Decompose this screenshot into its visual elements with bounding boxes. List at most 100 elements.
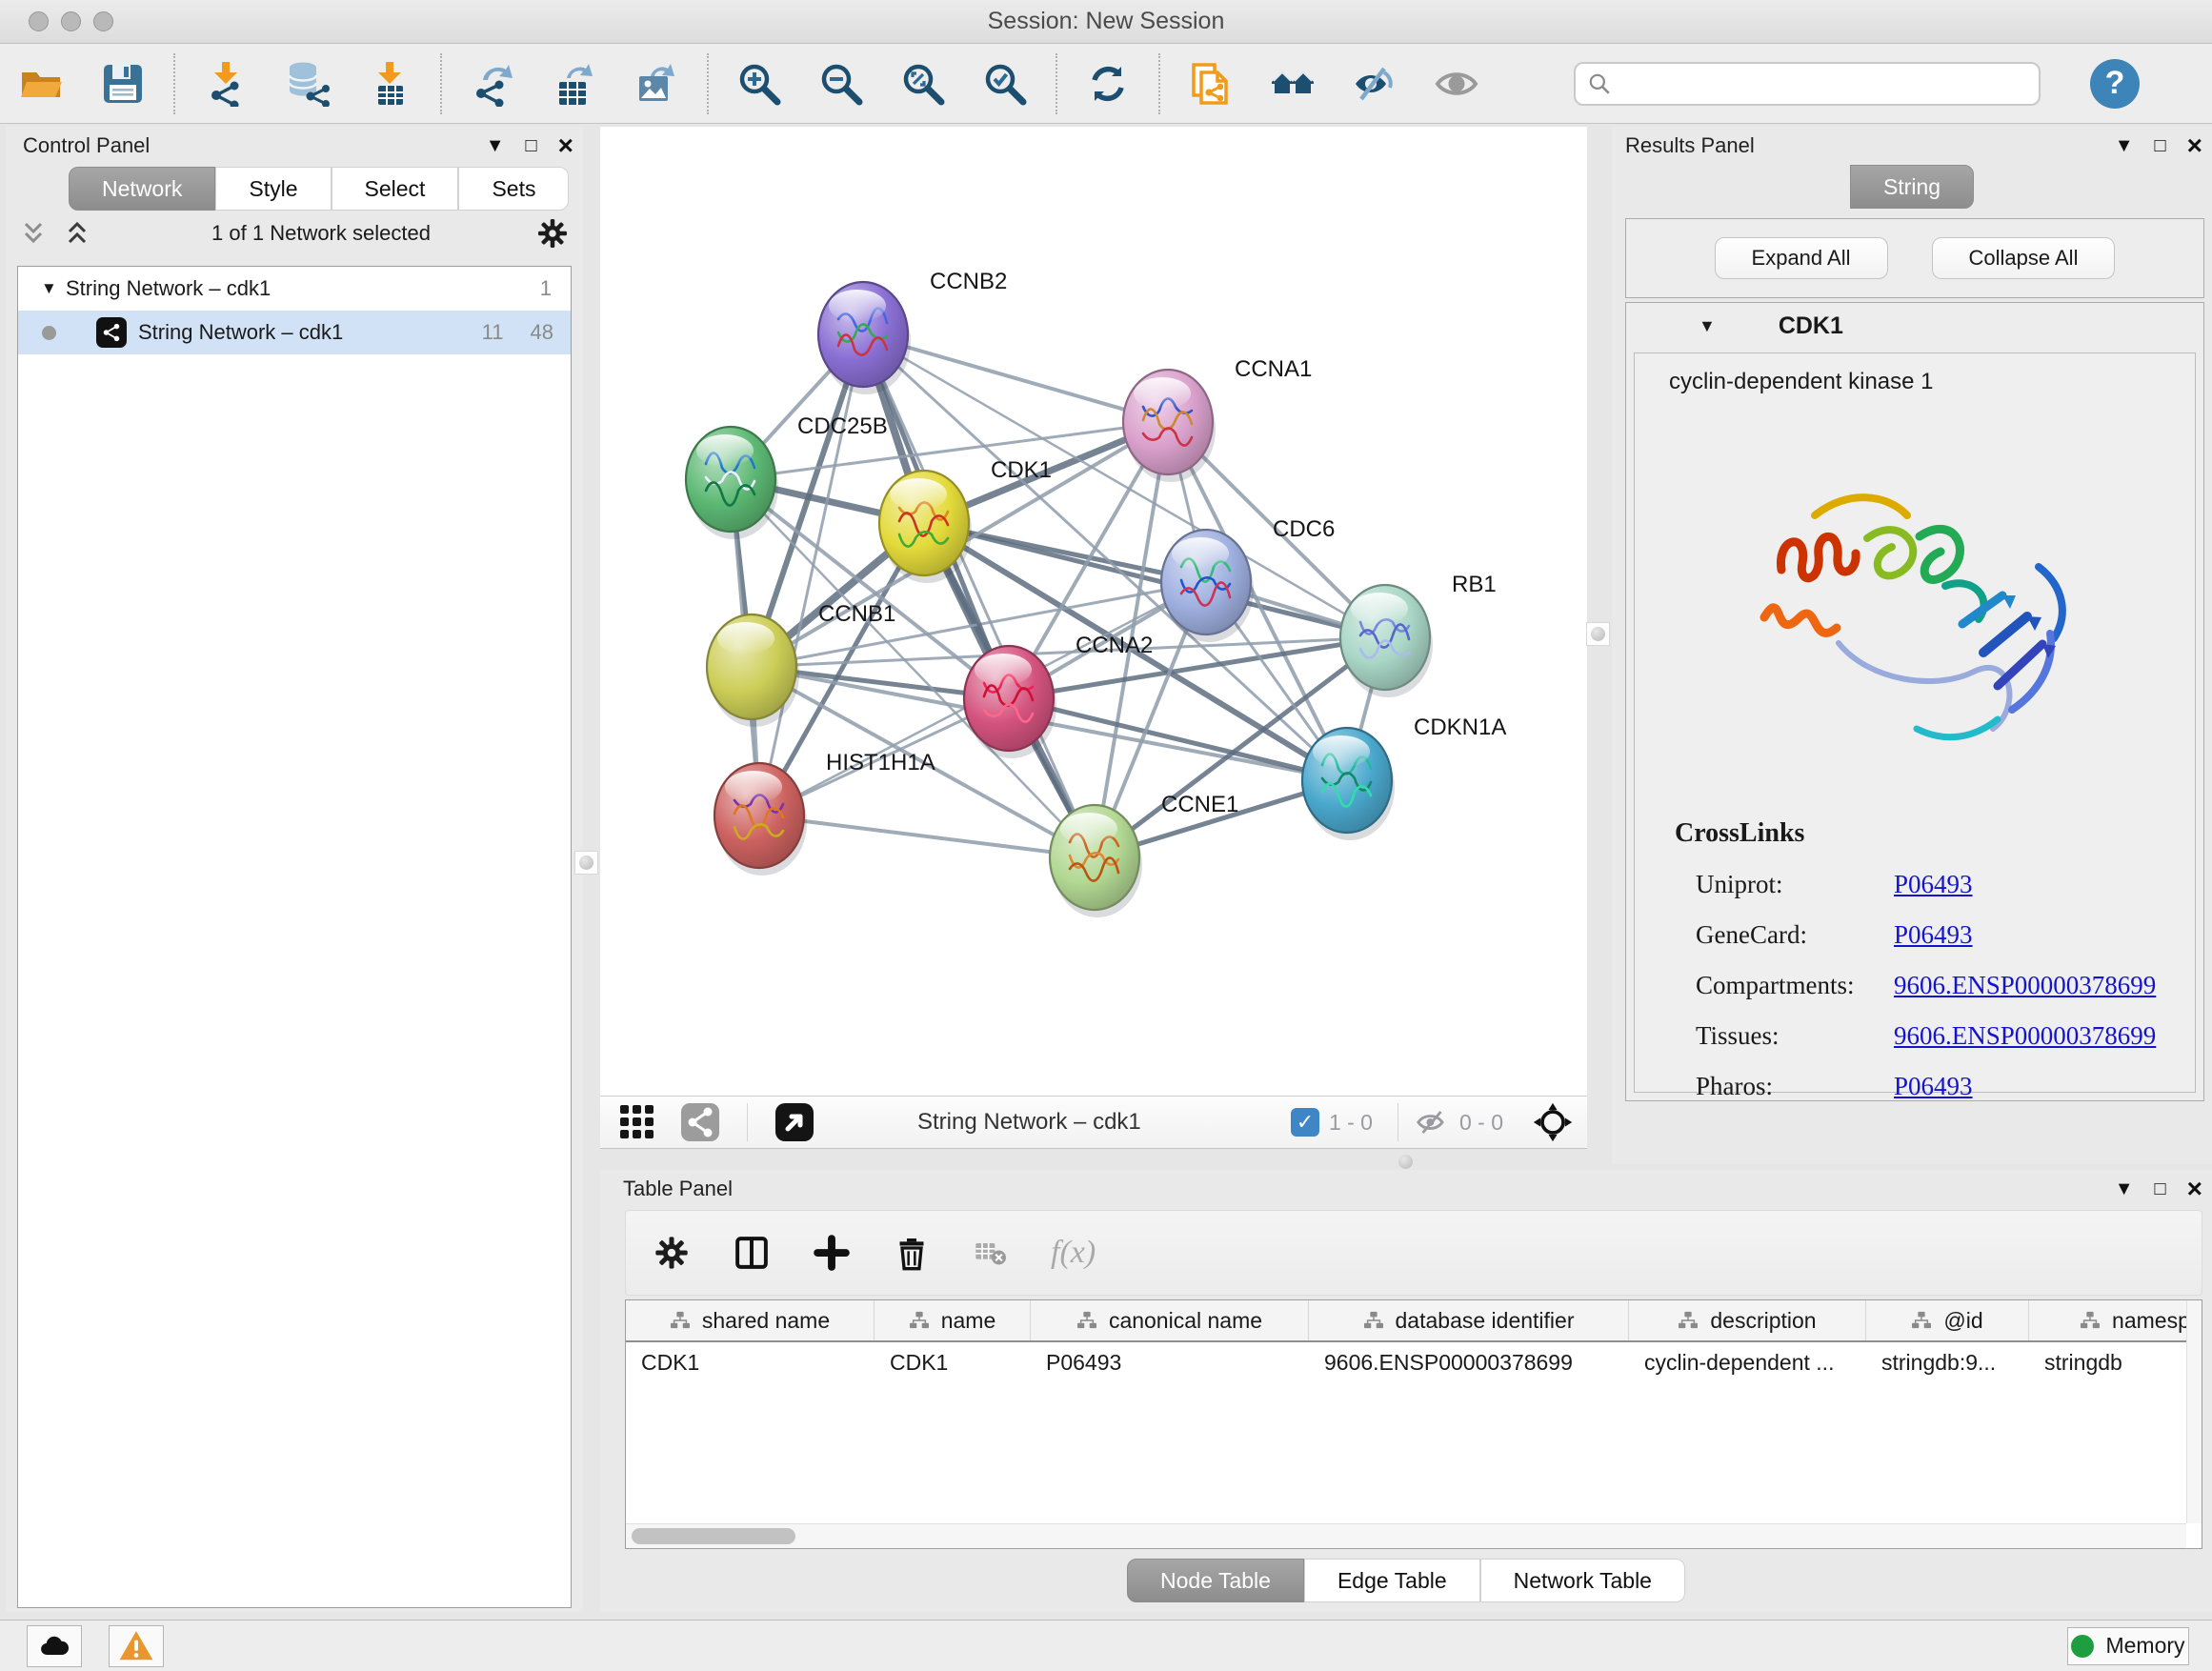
tab-style[interactable]: Style [215, 167, 331, 211]
collapse-all-networks-icon[interactable] [19, 219, 48, 248]
graph-edge-CCNB2-HIST1H1A[interactable] [759, 334, 863, 815]
graph-node-RB1[interactable]: RB1 [1340, 572, 1497, 697]
protein-section-header[interactable]: ▼ CDK1 [1626, 303, 2203, 349]
tab-network-table[interactable]: Network Table [1480, 1559, 1685, 1602]
tab-sets[interactable]: Sets [458, 167, 569, 211]
panel-collapse-icon[interactable]: ▼ [2115, 1179, 2134, 1198]
tab-string[interactable]: String [1850, 165, 1974, 209]
column-header-database-identifier[interactable]: database identifier [1309, 1300, 1629, 1340]
table-row[interactable]: CDK1CDK1P064939606.ENSP00000378699cyclin… [626, 1342, 2202, 1382]
graph-node-HIST1H1A[interactable]: HIST1H1A [714, 750, 935, 876]
search-box[interactable] [1574, 62, 2041, 106]
scrollbar-thumb[interactable] [632, 1528, 795, 1544]
expand-all-networks-icon[interactable] [63, 219, 91, 248]
network-graph[interactable]: CCNB2CCNA1CDC25BCDK1CDC6RB1CCNB1CCNA2CDK… [600, 127, 1587, 1096]
help-icon[interactable]: ? [2090, 59, 2140, 109]
graph-node-CCNA1[interactable]: CCNA1 [1123, 356, 1312, 482]
table-options-gear-icon[interactable] [651, 1232, 693, 1274]
birds-eye-view-icon[interactable] [767, 1095, 822, 1150]
refresh-icon[interactable] [1080, 56, 1136, 111]
panel-float-icon[interactable]: □ [2155, 136, 2166, 155]
graph-node-CDC6[interactable]: CDC6 [1161, 516, 1335, 642]
tab-network[interactable]: Network [69, 167, 215, 211]
tab-edge-table[interactable]: Edge Table [1304, 1559, 1480, 1602]
column-header-canonical-name[interactable]: canonical name [1031, 1300, 1309, 1340]
save-session-icon[interactable] [95, 56, 151, 111]
table-cell[interactable]: CDK1 [626, 1350, 875, 1376]
graphics-details-icon[interactable] [610, 1095, 665, 1150]
import-network-database-icon[interactable] [280, 56, 335, 111]
column-header-name[interactable]: name [875, 1300, 1031, 1340]
zoom-fit-icon[interactable] [895, 56, 951, 111]
crosslink-link[interactable]: P06493 [1894, 920, 1973, 950]
graph-node-CCNE1[interactable]: CCNE1 [1050, 792, 1238, 917]
graph-node-CCNB2[interactable]: CCNB2 [818, 269, 1007, 394]
column-header-description[interactable]: description [1629, 1300, 1866, 1340]
zoom-selected-icon[interactable] [977, 56, 1033, 111]
graph-node-CDKN1A[interactable]: CDKN1A [1302, 715, 1506, 840]
function-builder-icon[interactable]: f(x) [1051, 1235, 1096, 1271]
export-image-icon[interactable] [629, 56, 684, 111]
zoom-in-icon[interactable] [732, 56, 787, 111]
panel-float-icon[interactable]: □ [2155, 1179, 2166, 1198]
panel-close-icon[interactable]: × [558, 132, 573, 159]
import-table-file-icon[interactable] [362, 56, 417, 111]
table-header-row[interactable]: shared namenamecanonical namedatabase id… [626, 1300, 2202, 1342]
import-network-file-icon[interactable] [198, 56, 253, 111]
search-input[interactable] [1612, 71, 2012, 96]
network-options-gear-icon[interactable] [535, 216, 570, 251]
crosslink-link[interactable]: 9606.ENSP00000378699 [1894, 1021, 2156, 1051]
crosslink-link[interactable]: P06493 [1894, 1072, 1973, 1101]
tab-node-table[interactable]: Node Table [1127, 1559, 1304, 1602]
memory-button[interactable]: Memory [2067, 1627, 2189, 1665]
birds-eye-toggle-crosshair-icon[interactable] [1532, 1101, 1574, 1143]
column-header-namespace[interactable]: namespace [2029, 1300, 2202, 1340]
warning-button[interactable] [109, 1625, 164, 1667]
crosslink-link[interactable]: 9606.ENSP00000378699 [1894, 971, 2156, 1000]
delete-table-icon[interactable] [971, 1232, 1013, 1274]
crosslink-link[interactable]: P06493 [1894, 870, 1973, 899]
table-cell[interactable]: stringdb [2029, 1350, 2202, 1376]
table-cell[interactable]: cyclin-dependent ... [1629, 1350, 1866, 1376]
open-session-icon[interactable] [13, 56, 69, 111]
export-table-icon[interactable] [547, 56, 602, 111]
string-documents-icon[interactable] [1183, 56, 1238, 111]
panel-close-icon[interactable]: × [2187, 132, 2202, 159]
create-column-plus-icon[interactable] [811, 1232, 853, 1274]
panel-divider-grip[interactable] [574, 851, 598, 875]
table-horizontal-scrollbar[interactable] [626, 1523, 2186, 1548]
column-header-shared-name[interactable]: shared name [626, 1300, 875, 1340]
graph-edge-CCNE1-HIST1H1A[interactable] [759, 815, 1095, 857]
panel-close-icon[interactable]: × [2187, 1176, 2202, 1202]
share-network-icon[interactable] [673, 1095, 728, 1150]
expand-all-button[interactable]: Expand All [1715, 237, 1888, 279]
selected-checkbox-icon[interactable]: ✓ [1291, 1108, 1319, 1137]
hidden-eye-slash-icon[interactable] [1414, 1104, 1450, 1140]
tree-expander-icon[interactable]: ▼ [41, 279, 66, 298]
table-cell[interactable]: CDK1 [875, 1350, 1031, 1376]
panel-collapse-icon[interactable]: ▼ [486, 136, 505, 155]
network-collection-row[interactable]: ▼ String Network – cdk1 1 [18, 267, 571, 311]
table-cell[interactable]: stringdb:9... [1866, 1350, 2029, 1376]
graph-node-CDC25B[interactable]: CDC25B [686, 413, 888, 539]
collapse-all-button[interactable]: Collapse All [1932, 237, 2116, 279]
column-header--id[interactable]: @id [1866, 1300, 2029, 1340]
export-network-icon[interactable] [465, 56, 520, 111]
delete-column-trash-icon[interactable] [891, 1232, 933, 1274]
network-row-selected[interactable]: String Network – cdk1 11 48 [18, 311, 571, 354]
table-cell[interactable]: P06493 [1031, 1350, 1309, 1376]
tree-expander-icon[interactable]: ▼ [1699, 316, 1716, 336]
network-view-canvas[interactable]: CCNB2CCNA1CDC25BCDK1CDC6RB1CCNB1CCNA2CDK… [600, 127, 1587, 1096]
panel-collapse-icon[interactable]: ▼ [2115, 136, 2134, 155]
table-cell[interactable]: 9606.ENSP00000378699 [1309, 1350, 1629, 1376]
table-vertical-scrollbar[interactable] [2186, 1300, 2202, 1523]
panel-float-icon[interactable]: □ [526, 136, 537, 155]
cloud-button[interactable] [27, 1625, 82, 1667]
zoom-out-icon[interactable] [814, 56, 869, 111]
show-all-eye-icon[interactable] [1429, 56, 1484, 111]
string-home-icon[interactable] [1265, 56, 1320, 111]
panel-divider-grip[interactable] [1586, 622, 1610, 646]
show-columns-icon[interactable] [731, 1232, 773, 1274]
node-table[interactable]: shared namenamecanonical namedatabase id… [625, 1299, 2202, 1549]
tab-select[interactable]: Select [332, 167, 459, 211]
